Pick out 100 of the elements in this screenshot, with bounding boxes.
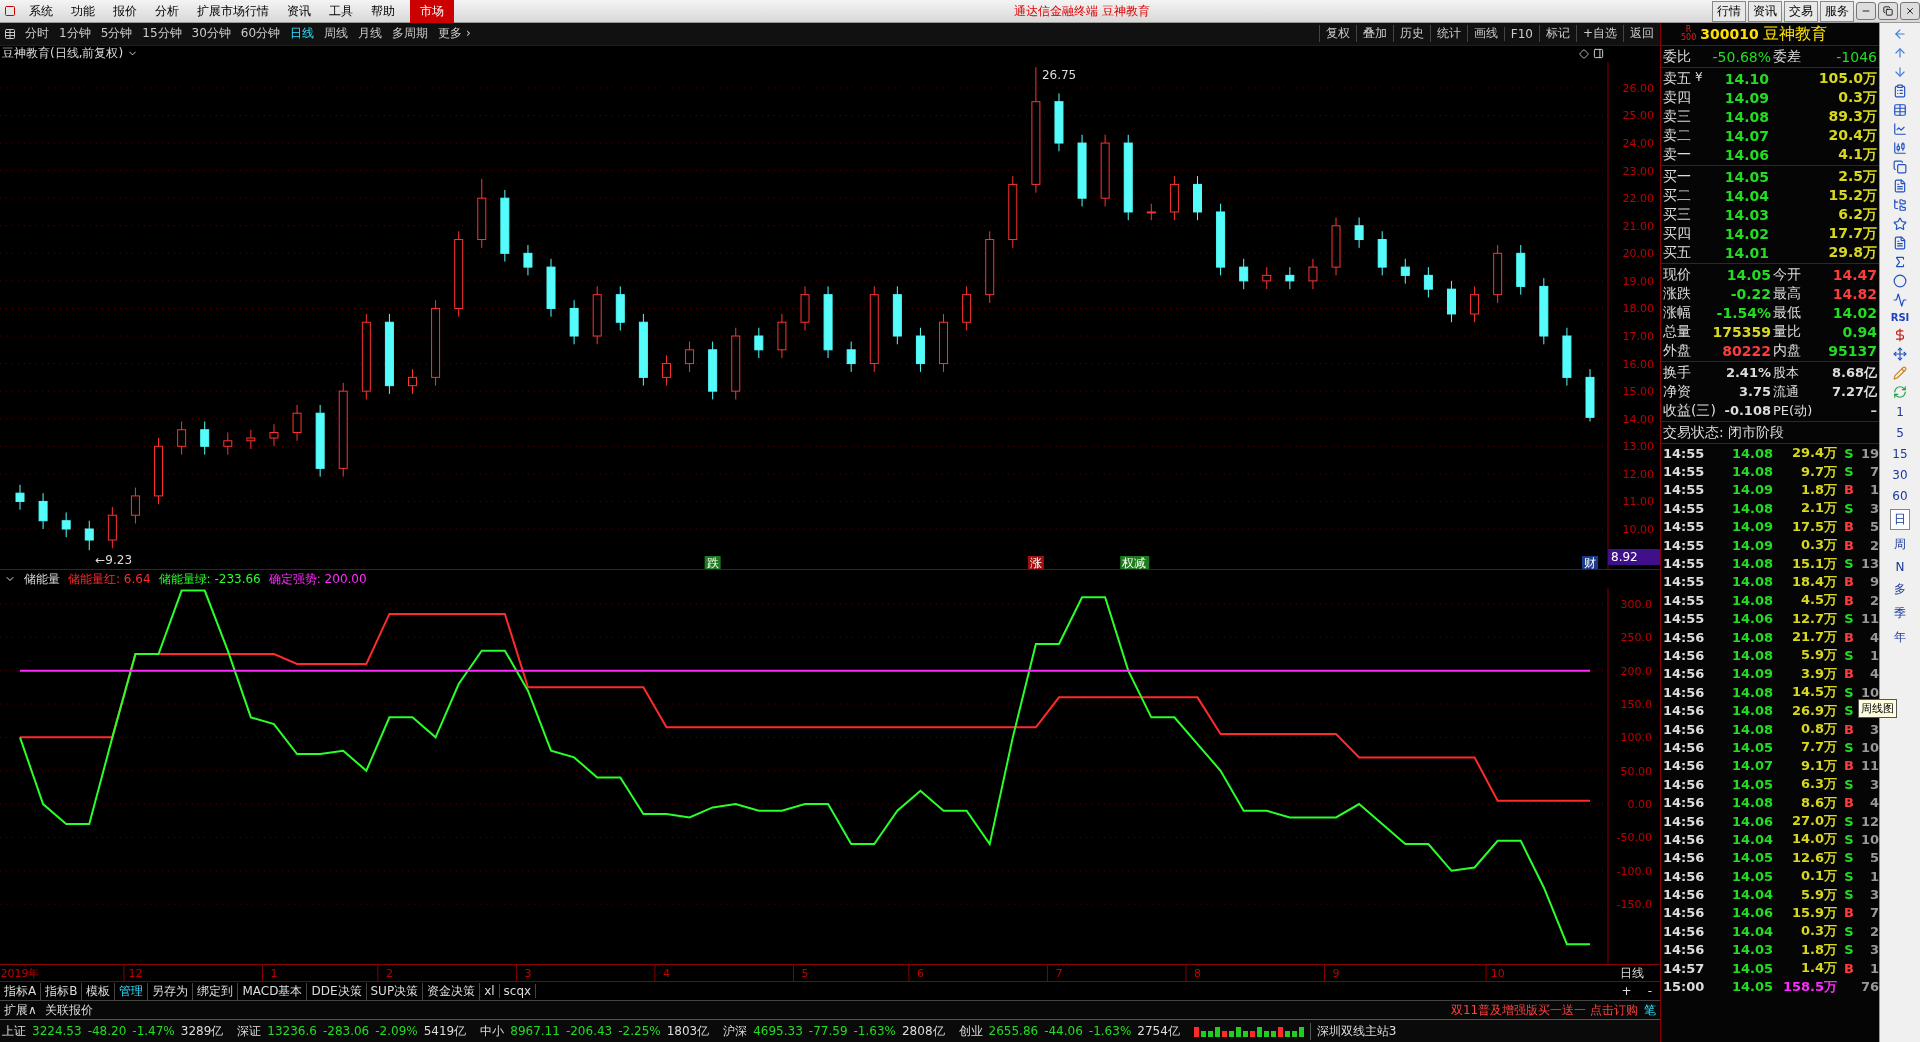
toolbar-button[interactable]: 叠加	[1355, 25, 1393, 43]
restore-button[interactable]	[1878, 2, 1898, 20]
service-button[interactable]: 交易	[1784, 0, 1818, 22]
tick-volume: 14.0万	[1790, 830, 1837, 849]
indicator-tab[interactable]: 指标B	[41, 982, 83, 1000]
indicator-tab[interactable]: scqx	[499, 984, 537, 999]
rsi-button[interactable]: RSI	[1890, 312, 1910, 323]
toolbar-icon[interactable]	[1893, 122, 1907, 136]
toolbar-icon[interactable]	[1893, 198, 1907, 212]
menu-item[interactable]: 资讯	[278, 2, 320, 20]
indicator-tab[interactable]: xl	[480, 984, 500, 999]
menu-item[interactable]: 功能	[62, 2, 104, 20]
menu-item[interactable]: 帮助	[362, 2, 404, 20]
period-tab[interactable]: 15分钟	[137, 25, 187, 43]
period-button[interactable]: 5	[1893, 425, 1907, 441]
indicator-tab[interactable]: SUP决策	[366, 982, 424, 1000]
menu-item[interactable]: 分析	[146, 2, 188, 20]
toolbar-icon[interactable]	[1893, 255, 1907, 269]
service-button[interactable]: 服务	[1820, 0, 1854, 22]
period-button[interactable]: 30	[1889, 467, 1911, 483]
close-icon	[1905, 6, 1915, 16]
panel-icon[interactable]	[1593, 48, 1604, 60]
extra-tab[interactable]: 关联报价	[40, 1001, 97, 1019]
period-tab[interactable]: 多周期	[387, 25, 434, 43]
toolbar-icon[interactable]	[1893, 179, 1907, 193]
arrow-icon[interactable]	[1893, 46, 1907, 60]
close-button[interactable]	[1900, 2, 1920, 20]
axis-label: 50.00	[1620, 765, 1652, 778]
toolbar-button[interactable]: 标记	[1538, 25, 1576, 43]
toolbar-button[interactable]: 统计	[1429, 25, 1467, 43]
menu-item[interactable]: 扩展市场行情	[188, 2, 278, 20]
toolbar-icon[interactable]	[1893, 236, 1907, 250]
market-button[interactable]: 市场	[410, 0, 454, 23]
event-badge: 跌	[704, 555, 721, 570]
tick-time: 14:56	[1663, 739, 1706, 755]
legend-item: 储能量绿: -233.66	[158, 570, 261, 588]
toolbar-icon[interactable]	[1893, 84, 1907, 98]
tick-count: 10	[1861, 831, 1879, 847]
period-button[interactable]: 年	[1891, 628, 1909, 647]
toolbar-button[interactable]: 画线	[1466, 25, 1504, 43]
menu-item[interactable]: 工具	[320, 2, 362, 20]
toolbar-icon[interactable]	[1893, 103, 1907, 117]
diamond-icon[interactable]	[1579, 48, 1589, 59]
period-button[interactable]: 15	[1889, 446, 1911, 462]
period-tab[interactable]: 30分钟	[186, 25, 236, 43]
minimize-button[interactable]	[1856, 2, 1876, 20]
mode-label[interactable]: 笔	[1644, 1001, 1660, 1019]
order-price: 14.02	[1723, 225, 1769, 242]
period-tab[interactable]: 1分钟	[54, 25, 96, 43]
service-button[interactable]: 行情	[1712, 0, 1746, 22]
layout-icon[interactable]	[4, 27, 16, 40]
dollar-icon[interactable]	[1893, 328, 1907, 342]
index-percent: -1.63%	[853, 1024, 896, 1039]
indicator-tab[interactable]: MACD基本	[238, 982, 308, 1000]
period-button[interactable]: 周	[1891, 535, 1909, 554]
toolbar-icon[interactable]	[1893, 160, 1907, 174]
zoom-button[interactable]: -	[1639, 984, 1660, 999]
period-tab[interactable]: 日线	[285, 25, 320, 43]
period-tab[interactable]: 分时	[20, 25, 54, 43]
tick-volume: 158.5万	[1781, 977, 1837, 996]
indicator-tab[interactable]: 指标A	[0, 982, 42, 1000]
move-icon[interactable]	[1893, 347, 1907, 361]
axis-label: 11.00	[1622, 495, 1654, 509]
extra-tab[interactable]: 扩展∧	[0, 1001, 41, 1019]
refresh-icon[interactable]	[1893, 385, 1907, 399]
toolbar-icon[interactable]	[1893, 217, 1907, 231]
indicator-tab[interactable]: 另存为	[148, 982, 194, 1000]
promo-link[interactable]: 双11普及增强版买一送一 点击订购	[1450, 1001, 1644, 1019]
period-button[interactable]: 季	[1891, 604, 1909, 623]
toolbar-button[interactable]: 复权	[1318, 25, 1356, 43]
toolbar-icon[interactable]	[1893, 293, 1907, 307]
period-tab[interactable]: 60分钟	[235, 25, 286, 43]
indicator-tab[interactable]: 资金决策	[423, 982, 481, 1000]
menu-item[interactable]: 报价	[104, 2, 146, 20]
period-tab[interactable]: 周线	[319, 25, 354, 43]
pencil-icon[interactable]	[1893, 366, 1907, 380]
period-button[interactable]: N	[1892, 559, 1908, 575]
period-button[interactable]: 多	[1891, 580, 1909, 599]
toolbar-icon[interactable]	[1893, 141, 1907, 155]
period-button[interactable]: 日	[1890, 509, 1910, 530]
axis-label: 18.00	[1622, 302, 1654, 316]
period-tab[interactable]: 月线	[353, 25, 388, 43]
period-button[interactable]: 60	[1889, 488, 1911, 504]
period-tab[interactable]: 5分钟	[95, 25, 138, 43]
toolbar-button[interactable]: 历史	[1392, 25, 1430, 43]
order-volume: 2.5万	[1837, 167, 1877, 186]
more-button[interactable]: 更多 ›	[433, 25, 476, 43]
indicator-tab[interactable]: 管理	[115, 982, 149, 1000]
period-button[interactable]: 1	[1893, 404, 1907, 420]
menu-item[interactable]: 系统	[20, 2, 62, 20]
arrow-icon[interactable]	[1893, 65, 1907, 79]
indicator-tab[interactable]: 绑定到	[193, 982, 239, 1000]
toolbar-button[interactable]: +自选	[1575, 25, 1623, 43]
tick-time: 14:55	[1663, 445, 1706, 461]
zoom-button[interactable]: +	[1613, 984, 1640, 999]
indicator-tab[interactable]: DDE决策	[307, 982, 367, 1000]
indicator-tab[interactable]: 模板	[82, 982, 116, 1000]
toolbar-icon[interactable]	[1893, 274, 1907, 288]
service-button[interactable]: 资讯	[1748, 0, 1782, 22]
toolbar-button[interactable]: F10	[1503, 26, 1539, 41]
